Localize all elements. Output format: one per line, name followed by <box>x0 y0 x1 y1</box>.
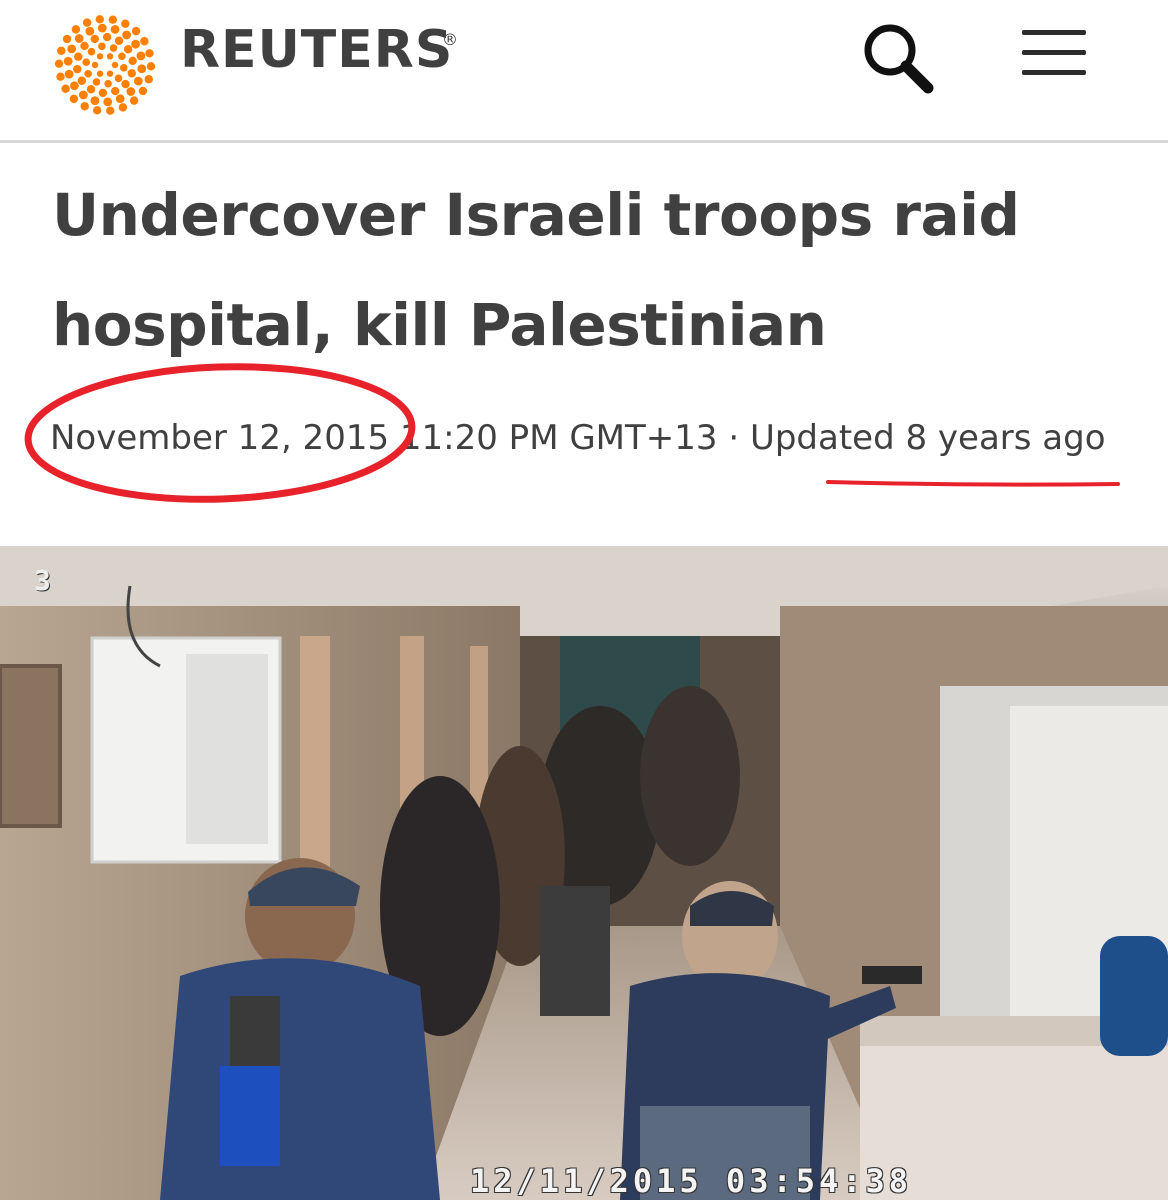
logo-dot <box>123 45 133 54</box>
logo-dot <box>63 56 73 66</box>
logo-dot <box>131 39 140 49</box>
logo-dot <box>106 106 115 115</box>
logo-dot <box>111 86 120 96</box>
search-button[interactable] <box>858 18 940 100</box>
logo-dot <box>77 76 87 85</box>
search-icon <box>864 24 934 94</box>
logo-dot <box>57 46 66 55</box>
logo-dot <box>74 34 84 43</box>
logo-dot <box>90 34 99 44</box>
logo-dot <box>129 96 139 105</box>
logo-dot <box>96 53 104 60</box>
logo-dot <box>102 32 112 42</box>
logo-dot <box>104 79 112 88</box>
logo-dot <box>96 70 104 77</box>
logo-dot <box>85 26 95 36</box>
article-dateline: November 12, 2015 11:20 PM GMT+13 · Upda… <box>50 418 1106 458</box>
logo-dot <box>128 56 137 66</box>
logo-dot <box>115 94 125 104</box>
logo-dot <box>84 69 92 78</box>
logo-dot <box>114 36 124 45</box>
logo-dot <box>54 59 64 68</box>
logo-dot <box>73 64 82 74</box>
logo-dot <box>62 34 72 44</box>
logo-dot <box>92 106 102 115</box>
logo-dot <box>80 41 89 51</box>
cctv-scene-image <box>0 546 1168 1200</box>
red-underline-annotation <box>826 480 1120 487</box>
logo-dot <box>118 103 128 112</box>
logo-dot <box>61 84 70 93</box>
article-page: REUTERS ® Undercover Israeli troops raid… <box>0 0 1168 1200</box>
logo-dot <box>106 70 114 77</box>
logo-dot <box>56 72 65 81</box>
logo-dot <box>67 44 77 54</box>
logo-dot <box>126 87 136 96</box>
logo-dot <box>103 97 113 107</box>
logo-dot <box>98 88 108 98</box>
logo-dot <box>111 61 119 69</box>
logo-dot <box>131 26 141 36</box>
logo-dot <box>69 94 79 104</box>
logo-dot <box>106 53 114 60</box>
logo-dot <box>109 44 118 52</box>
logo-dot <box>121 19 130 28</box>
logo-dot <box>82 58 91 66</box>
cctv-camera-number: 3 <box>34 564 51 597</box>
logo-dot <box>136 51 146 61</box>
brand-name[interactable]: REUTERS <box>180 20 453 80</box>
registered-mark: ® <box>442 30 458 49</box>
logo-dot <box>71 25 81 34</box>
logo-dot <box>118 52 126 61</box>
site-header: REUTERS ® <box>0 0 1168 140</box>
reuters-logo-icon[interactable] <box>50 10 160 120</box>
logo-dot <box>64 69 74 79</box>
logo-dot <box>108 15 118 24</box>
logo-dot <box>98 42 106 51</box>
logo-dot <box>97 23 107 33</box>
menu-button[interactable] <box>1022 28 1090 78</box>
logo-dot <box>74 52 83 61</box>
article-photo[interactable]: 3 12/11/2015 03:54:38 <box>0 546 1168 1200</box>
logo-dot <box>78 90 88 100</box>
logo-dot <box>121 79 130 89</box>
header-divider <box>0 140 1168 143</box>
article-headline: Undercover Israeli troops raid hospital,… <box>52 181 1020 359</box>
logo-dot <box>92 78 101 86</box>
logo-dot <box>119 64 128 72</box>
logo-dot <box>146 62 156 71</box>
logo-dot <box>137 64 147 74</box>
logo-dot <box>114 74 123 83</box>
logo-dot <box>122 30 132 40</box>
logo-dot <box>70 81 79 91</box>
logo-dot <box>138 86 148 96</box>
logo-dot <box>80 102 89 111</box>
logo-dot <box>86 85 96 94</box>
cctv-timestamp: 12/11/2015 03:54:38 <box>470 1162 913 1200</box>
logo-dot <box>144 75 153 84</box>
logo-dot <box>87 47 96 56</box>
logo-dot <box>127 69 136 78</box>
logo-dot <box>110 24 120 34</box>
logo-dot <box>82 18 92 27</box>
logo-dot <box>95 15 104 24</box>
logo-dot <box>133 76 143 86</box>
logo-dot <box>90 96 100 106</box>
logo-dot <box>145 49 154 58</box>
logo-dot <box>140 37 149 46</box>
logo-dot <box>91 61 99 69</box>
